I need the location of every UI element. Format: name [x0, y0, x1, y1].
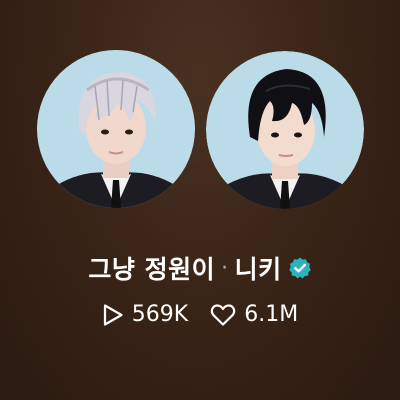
likes-count: 6.1M [244, 302, 299, 327]
avatar-photo-silver-hair [37, 50, 195, 208]
likes-stat: 6.1M [210, 302, 298, 327]
play-icon [103, 303, 123, 326]
avatar-right[interactable] [206, 51, 364, 209]
avatar-group [0, 50, 400, 215]
heart-icon [210, 303, 236, 326]
name-separator: · [221, 255, 229, 281]
profile-name-secondary[interactable]: 니키 [235, 250, 282, 286]
plays-count: 569K [131, 302, 189, 327]
stats-row: 569K 6.1M [0, 302, 400, 327]
plays-stat: 569K [102, 302, 188, 327]
avatar-photo-black-hair [206, 51, 364, 209]
profile-title: 그냥 정원이 · 니키 [0, 250, 400, 286]
avatar-left[interactable] [37, 50, 195, 208]
profile-name-primary[interactable]: 그냥 정원이 [88, 250, 215, 286]
verified-badge-icon [288, 256, 312, 280]
